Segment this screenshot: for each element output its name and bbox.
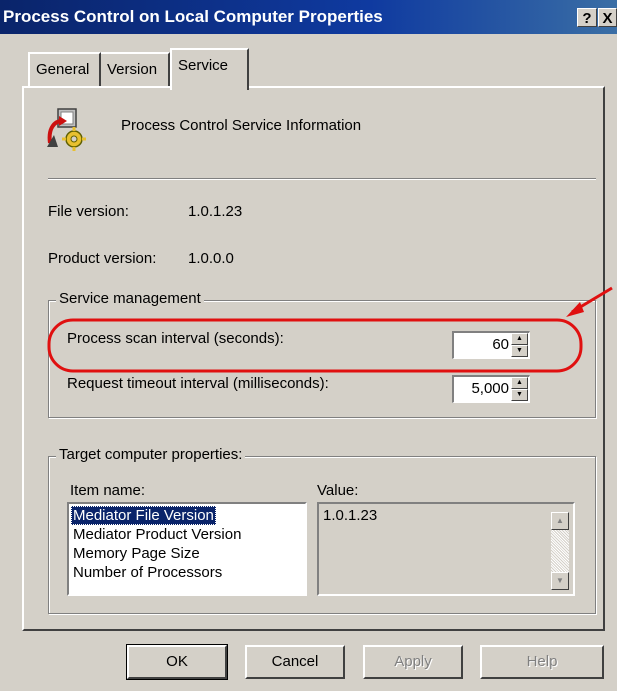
item-name-list[interactable]: Mediator File Version Mediator Product V… <box>67 502 307 596</box>
help-button[interactable]: Help <box>480 645 604 679</box>
value-text: 1.0.1.23 <box>323 507 378 524</box>
list-item[interactable]: Mediator Product Version <box>71 525 243 544</box>
help-button-label: Help <box>526 653 558 670</box>
list-item[interactable]: Mediator File Version <box>71 506 216 525</box>
value-scrollbar[interactable]: ▲ ▼ <box>551 512 569 590</box>
item-name-header: Item name: <box>70 482 146 499</box>
apply-button[interactable]: Apply <box>363 645 463 679</box>
annotation-arrow-head <box>566 302 584 317</box>
tab-service[interactable]: Service <box>170 48 249 90</box>
scroll-up-icon[interactable]: ▲ <box>551 512 569 530</box>
ok-button[interactable]: OK <box>126 644 228 680</box>
value-box[interactable]: 1.0.1.23 ▲ ▼ <box>317 502 575 596</box>
properties-dialog: Process Control on Local Computer Proper… <box>0 0 617 691</box>
list-item[interactable]: Number of Processors <box>71 563 224 582</box>
value-header: Value: <box>317 482 359 499</box>
target-properties-legend: Target computer properties: <box>56 446 246 463</box>
cancel-button-label: Cancel <box>271 653 319 670</box>
ok-button-label: OK <box>166 653 188 670</box>
cancel-button[interactable]: Cancel <box>245 645 345 679</box>
apply-button-label: Apply <box>394 653 432 670</box>
scroll-down-icon[interactable]: ▼ <box>551 572 569 590</box>
scrollbar-track[interactable] <box>551 530 569 572</box>
annotation-highlight-oval <box>47 318 583 373</box>
tab-service-label: Service <box>178 57 229 74</box>
list-item[interactable]: Memory Page Size <box>71 544 202 563</box>
